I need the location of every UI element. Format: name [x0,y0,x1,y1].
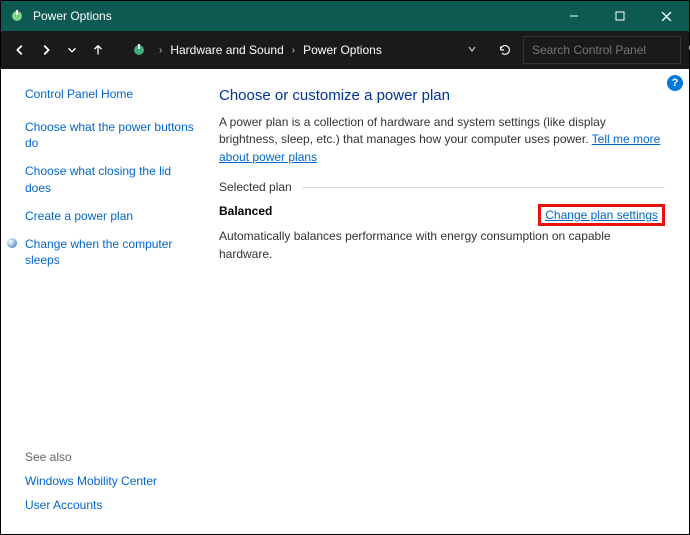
minimize-button[interactable] [551,1,597,31]
search-box[interactable] [523,36,681,64]
help-icon[interactable]: ? [667,75,683,91]
sidebar-link-sleep[interactable]: Change when the computer sleeps [25,236,199,268]
see-also-accounts[interactable]: User Accounts [25,498,199,512]
refresh-button[interactable] [491,43,519,57]
sidebar-link-power-buttons[interactable]: Choose what the power buttons do [25,119,199,151]
power-plan: Balanced Change plan settings Automatica… [219,204,665,263]
up-button[interactable] [87,39,109,61]
chevron-right-icon[interactable]: › [288,45,299,56]
main-panel: Choose or customize a power plan A power… [211,69,689,534]
power-options-icon [129,40,149,60]
chevron-right-icon[interactable]: › [155,45,166,56]
close-button[interactable] [643,1,689,31]
breadcrumb-item-power[interactable]: Power Options [299,43,386,57]
selected-plan-section: Selected plan [219,180,665,194]
sidebar-link-closing-lid[interactable]: Choose what closing the lid does [25,163,199,195]
back-button[interactable] [9,39,31,61]
page-heading: Choose or customize a power plan [219,87,665,104]
search-input[interactable] [532,43,687,57]
maximize-button[interactable] [597,1,643,31]
titlebar: Power Options [1,1,689,31]
see-also-heading: See also [25,450,199,464]
divider [302,187,665,188]
page-description: A power plan is a collection of hardware… [219,114,665,166]
forward-button[interactable] [35,39,57,61]
breadcrumb[interactable]: › Hardware and Sound › Power Options [123,36,487,64]
see-also-mobility[interactable]: Windows Mobility Center [25,474,199,488]
description-text: A power plan is a collection of hardware… [219,115,606,146]
address-bar: › Hardware and Sound › Power Options [1,31,689,69]
section-label: Selected plan [219,180,302,194]
breadcrumb-item-hardware[interactable]: Hardware and Sound [166,43,287,57]
plan-description: Automatically balances performance with … [219,228,619,263]
plan-name: Balanced [219,204,272,218]
window-title: Power Options [33,9,551,23]
sidebar: Control Panel Home Choose what the power… [1,69,211,534]
content-area: ? Control Panel Home Choose what the pow… [1,69,689,534]
chevron-down-icon[interactable] [463,44,481,57]
control-panel-home-link[interactable]: Control Panel Home [25,87,199,101]
recent-dropdown-button[interactable] [61,39,83,61]
highlight-box: Change plan settings [538,204,665,226]
sidebar-link-create-plan[interactable]: Create a power plan [25,208,199,224]
app-icon [9,8,25,24]
change-plan-settings-link[interactable]: Change plan settings [545,208,658,222]
